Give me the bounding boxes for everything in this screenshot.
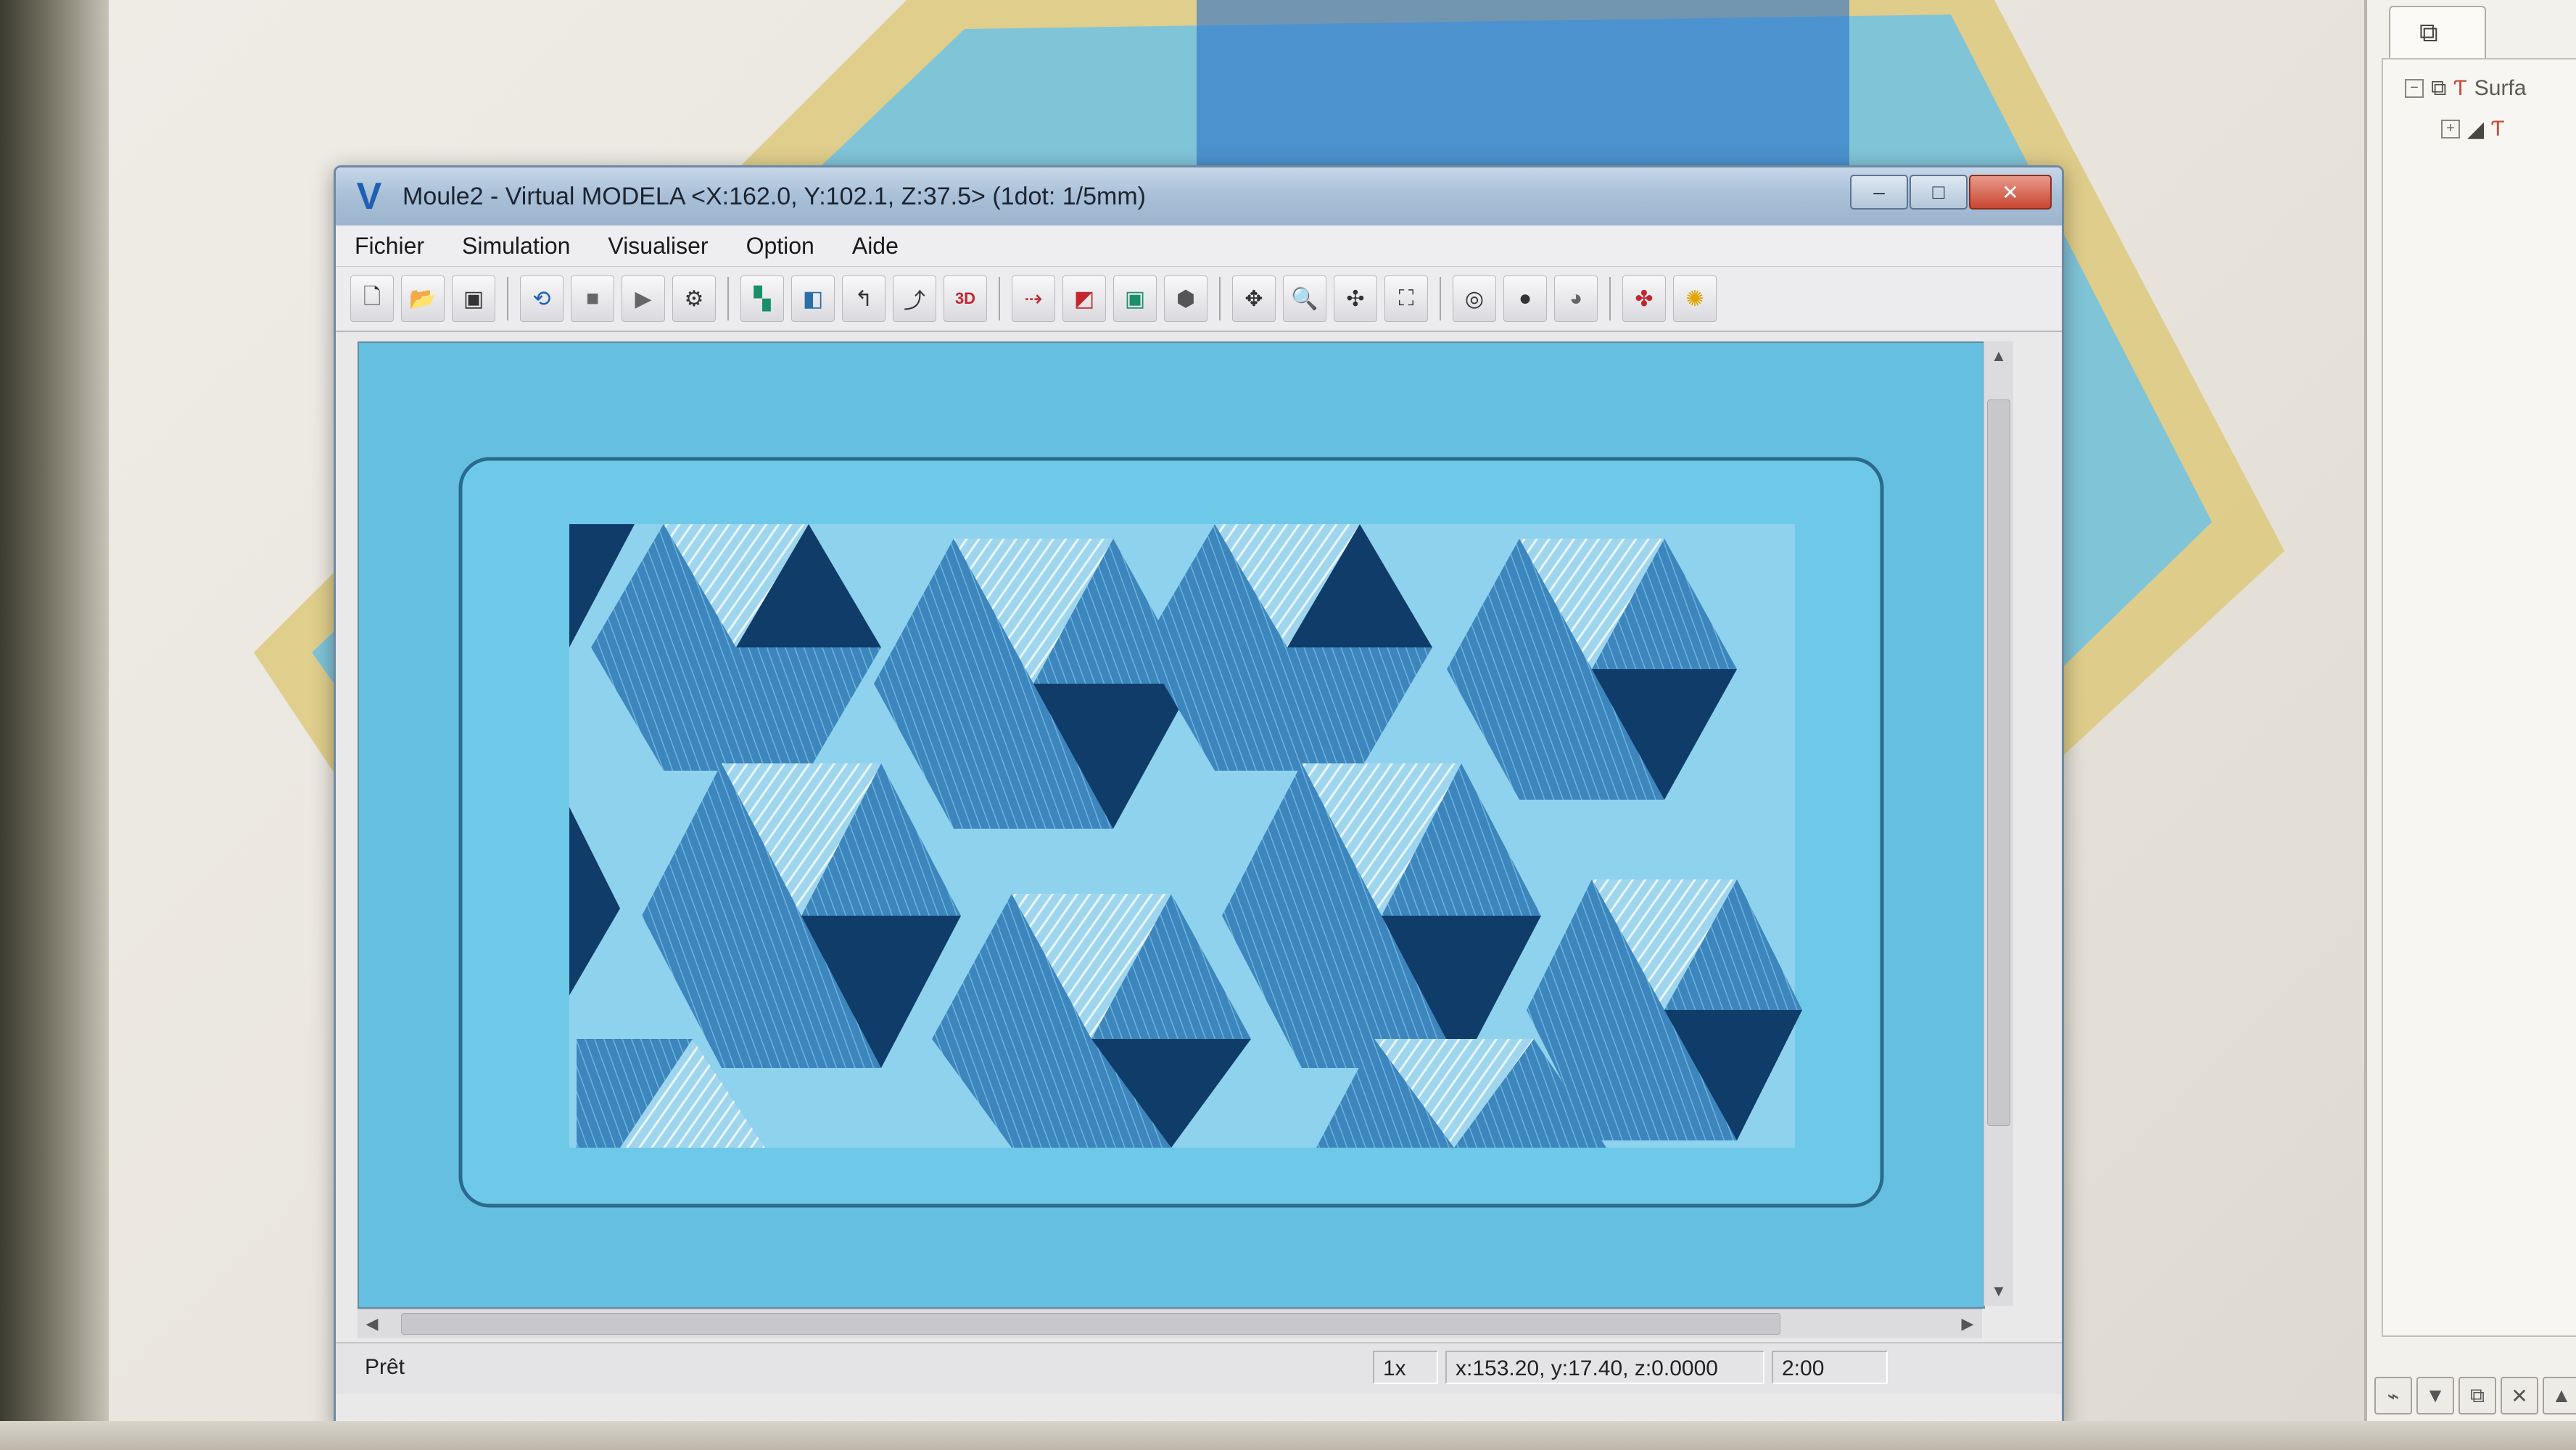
tree-row-child[interactable]: + ◢ Ƭ: [2441, 115, 2504, 144]
milled-relief-render: [359, 343, 1983, 1307]
tool-pan-icon[interactable]: ✣: [1334, 276, 1377, 322]
toolbar-separator: [1219, 277, 1221, 320]
panel-tab[interactable]: ⧉: [2389, 6, 2486, 58]
status-time: 2:00: [1772, 1351, 1888, 1384]
view-sphere-icon[interactable]: ◕: [1554, 276, 1598, 322]
scroll-right-icon[interactable]: ▶: [1953, 1309, 1982, 1338]
menu-fichier[interactable]: Fichier: [336, 225, 443, 266]
expand-icon[interactable]: +: [2441, 120, 2460, 138]
reset-icon[interactable]: ⟲: [520, 276, 564, 322]
up-tool-icon[interactable]: ▲: [2543, 1377, 2576, 1414]
copy-tool-icon[interactable]: ⧉: [2459, 1377, 2496, 1414]
open-folder-icon[interactable]: 📂: [401, 276, 445, 322]
app-logo-icon: V: [356, 175, 382, 218]
ramp-icon: ◢: [2467, 117, 2485, 141]
play-icon[interactable]: ▶: [622, 276, 665, 322]
scroll-left-icon[interactable]: ◀: [358, 1309, 387, 1338]
stop-icon[interactable]: ■: [571, 276, 614, 322]
step-icon[interactable]: ⚙: [672, 276, 716, 322]
filter-icon: Ƭ: [2491, 117, 2505, 141]
minimize-button[interactable]: –: [1850, 175, 1908, 210]
toolbar: 🗋 📂 ▣ ⟲ ■ ▶ ⚙ ▚ ◧ ↰ ⤴ 3D ⇢ ◩ ▣ ⬢ ✥ 🔍 ✣ ⛶…: [336, 267, 2062, 332]
tool-move-icon[interactable]: ✥: [1232, 276, 1276, 322]
shade-icon[interactable]: ▣: [1113, 276, 1157, 322]
status-text: Prêt: [365, 1355, 405, 1379]
side-panel: ⧉ − ⧉ Ƭ Surfa + ◢ Ƭ ⌁ ▼ ⧉ ✕ ▲: [2364, 0, 2576, 1421]
layers-icon: ⧉: [2431, 76, 2447, 100]
menu-aide[interactable]: Aide: [833, 225, 917, 266]
toolbar-separator: [1440, 277, 1441, 320]
cut-direction-icon[interactable]: ⇢: [1012, 276, 1055, 322]
horizontal-scroll-thumb[interactable]: [401, 1313, 1780, 1335]
window-title: Moule2 - Virtual MODELA <X:162.0, Y:102.…: [402, 182, 1146, 210]
simulation-viewport[interactable]: [358, 341, 1985, 1309]
status-zoom: 1x: [1373, 1351, 1438, 1384]
panel-tab-icon: ⧉: [2419, 17, 2438, 47]
maximize-button[interactable]: □: [1910, 175, 1968, 210]
menu-option[interactable]: Option: [727, 225, 833, 266]
menu-visualiser[interactable]: Visualiser: [589, 225, 727, 266]
status-bar: Prêt 1x x:153.20, y:17.40, z:0.0000 2:00: [336, 1342, 2062, 1394]
monitor-bezel-bottom: [0, 1421, 2576, 1450]
sphere-icon[interactable]: ⬢: [1164, 276, 1208, 322]
save-icon[interactable]: ▣: [452, 276, 495, 322]
toolbar-separator: [727, 277, 729, 320]
tool-fit-icon[interactable]: ⛶: [1384, 276, 1428, 322]
tool-zoom-icon[interactable]: 🔍: [1283, 276, 1326, 322]
filter-icon: Ƭ: [2453, 76, 2467, 100]
dropdown-tool-icon[interactable]: ▼: [2416, 1377, 2454, 1414]
workpiece-icon[interactable]: ▚: [740, 276, 784, 322]
scroll-up-icon[interactable]: ▲: [1984, 341, 2013, 370]
view-front-icon[interactable]: ◎: [1453, 276, 1496, 322]
new-file-icon[interactable]: 🗋: [350, 276, 394, 322]
toolbar-separator: [999, 277, 1000, 320]
feature-tree: − ⧉ Ƭ Surfa + ◢ Ƭ: [2382, 58, 2576, 1337]
horizontal-scrollbar[interactable]: ◀ ▶: [358, 1309, 1982, 1338]
toolbar-separator: [1609, 277, 1611, 320]
monitor-bezel: [0, 0, 109, 1450]
panel-toolbar: ⌁ ▼ ⧉ ✕ ▲: [2367, 1370, 2576, 1421]
material-icon[interactable]: ◧: [791, 276, 835, 322]
path-icon[interactable]: ↰: [842, 276, 886, 322]
toolbar-separator: [507, 277, 508, 320]
tree-row-surface[interactable]: − ⧉ Ƭ Surfa: [2405, 74, 2526, 103]
status-coordinates: x:153.20, y:17.40, z:0.0000: [1445, 1351, 1764, 1384]
close-button[interactable]: ✕: [1969, 175, 2052, 210]
view-3d-icon[interactable]: 3D: [944, 276, 987, 322]
path-line-icon[interactable]: ⤴: [893, 276, 936, 322]
window-controls: – □ ✕: [1850, 175, 2052, 210]
color-icon[interactable]: ◩: [1062, 276, 1106, 322]
vertical-scrollbar[interactable]: ▲ ▼: [1983, 341, 2013, 1306]
menu-simulation[interactable]: Simulation: [443, 225, 589, 266]
virtual-modela-window: V Moule2 - Virtual MODELA <X:162.0, Y:10…: [334, 165, 2064, 1431]
title-bar[interactable]: V Moule2 - Virtual MODELA <X:162.0, Y:10…: [336, 167, 2062, 225]
light-icon[interactable]: ✺: [1673, 276, 1717, 322]
render-icon[interactable]: ✤: [1622, 276, 1666, 322]
scroll-down-icon[interactable]: ▼: [1984, 1277, 2013, 1306]
collapse-icon[interactable]: −: [2405, 79, 2424, 98]
delete-tool-icon[interactable]: ✕: [2501, 1377, 2538, 1414]
vertical-scroll-thumb[interactable]: [1987, 399, 2010, 1126]
view-solid-icon[interactable]: ●: [1503, 276, 1547, 322]
tree-label: Surfa: [2474, 76, 2527, 100]
menu-bar: Fichier Simulation Visualiser Option Aid…: [336, 225, 2062, 267]
draw-tool-icon[interactable]: ⌁: [2374, 1377, 2412, 1414]
